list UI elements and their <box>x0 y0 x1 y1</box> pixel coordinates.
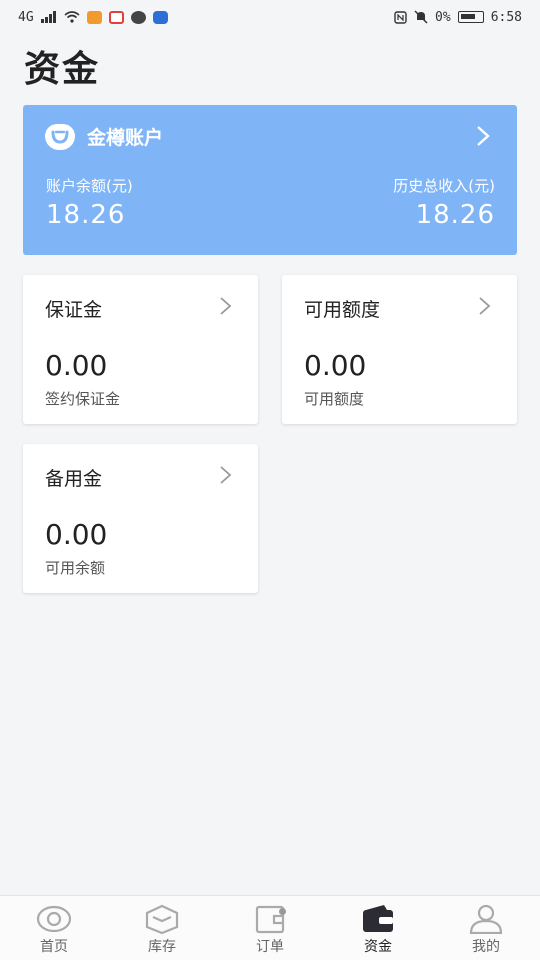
tab-orders[interactable]: 订单 <box>216 896 324 960</box>
account-name: 金樽账户 <box>87 127 164 149</box>
reserve-fund-card[interactable]: 备用金 0.00 可用余额 <box>23 444 258 593</box>
badge-dot <box>279 908 286 915</box>
tab-label: 库存 <box>148 939 176 955</box>
tab-label: 资金 <box>364 939 392 955</box>
chevron-right-icon <box>220 466 232 484</box>
tab-funds[interactable]: 资金 <box>324 896 432 960</box>
tab-home[interactable]: 首页 <box>0 896 108 960</box>
chevron-right-icon <box>220 297 232 315</box>
income-value: 18.26 <box>415 200 495 230</box>
app-notification-icon <box>130 10 146 24</box>
card-subtitle: 可用余额 <box>45 559 106 577</box>
tab-label: 订单 <box>256 939 284 955</box>
tab-label: 首页 <box>40 939 68 955</box>
chevron-right-icon[interactable] <box>475 125 491 147</box>
status-bar-left: 4G <box>18 10 168 25</box>
status-bar: 4G 0% 6:58 <box>0 0 540 34</box>
signal-icon <box>40 11 56 23</box>
tab-profile[interactable]: 我的 <box>432 896 540 960</box>
account-card[interactable]: 金樽账户 账户余额(元) 历史总收入(元) 18.26 18.26 <box>23 105 517 255</box>
nfc-icon <box>394 10 407 24</box>
mute-icon <box>414 10 428 24</box>
app-notification-icon <box>152 10 168 24</box>
card-subtitle: 可用额度 <box>304 390 365 408</box>
clock: 6:58 <box>490 9 522 25</box>
battery-icon <box>457 11 484 23</box>
status-bar-right: 0% 6:58 <box>394 10 522 25</box>
card-title: 备用金 <box>45 468 103 490</box>
card-title: 可用额度 <box>304 299 381 321</box>
card-value: 0.00 <box>304 349 367 382</box>
income-label: 历史总收入(元) <box>393 177 495 195</box>
card-subtitle: 签约保证金 <box>45 390 121 408</box>
deposit-card[interactable]: 保证金 0.00 签约保证金 <box>23 275 258 424</box>
credit-limit-card[interactable]: 可用额度 0.00 可用额度 <box>282 275 517 424</box>
wallet-filled-icon <box>363 905 393 932</box>
app-notification-icon <box>86 10 102 24</box>
box-icon <box>145 904 179 934</box>
tab-inventory[interactable]: 库存 <box>108 896 216 960</box>
balance-value: 18.26 <box>46 200 126 230</box>
user-icon <box>469 904 503 934</box>
wifi-icon <box>64 11 80 23</box>
app-notification-icon <box>108 10 124 24</box>
tab-label: 我的 <box>472 939 500 955</box>
account-header: 金樽账户 <box>45 123 163 150</box>
card-value: 0.00 <box>45 518 108 551</box>
account-logo-icon <box>45 123 75 150</box>
chevron-right-icon <box>479 297 491 315</box>
bottom-tab-bar: 首页 库存 订单 资金 我的 <box>0 895 540 960</box>
balance-label: 账户余额(元) <box>46 177 133 195</box>
eye-icon <box>36 905 72 933</box>
card-value: 0.00 <box>45 349 108 382</box>
network-type: 4G <box>18 9 34 25</box>
battery-percent: 0% <box>435 9 451 25</box>
card-title: 保证金 <box>45 299 103 321</box>
page-title: 资金 <box>24 49 101 90</box>
